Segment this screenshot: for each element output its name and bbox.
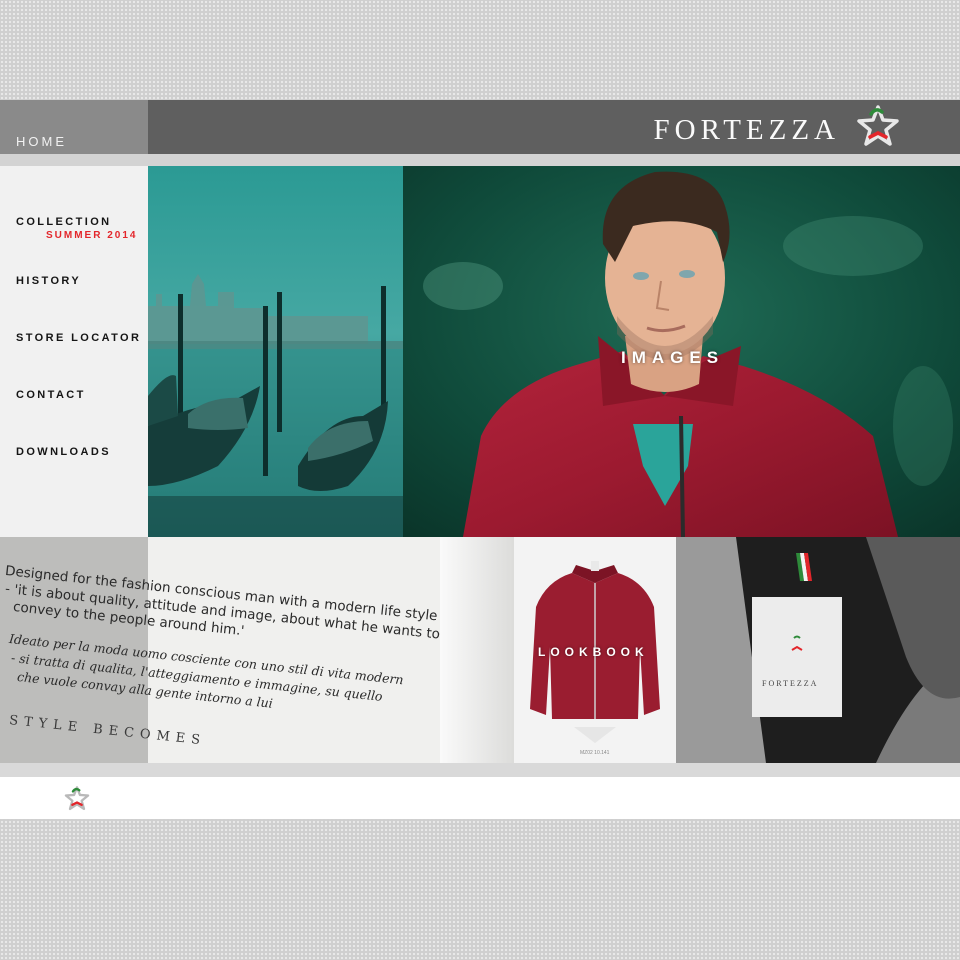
nav-collection[interactable]: COLLECTION bbox=[16, 216, 112, 228]
home-link[interactable]: HOME bbox=[16, 134, 67, 149]
lookbook-label[interactable]: LOOKBOOK bbox=[538, 645, 649, 659]
jacket-label-brand: FORTEZZA bbox=[762, 679, 819, 688]
lookbook-image[interactable]: LOOKBOOK MZ02 10.141 bbox=[514, 537, 676, 763]
separator bbox=[0, 763, 960, 777]
footer-bar bbox=[0, 777, 960, 819]
jacket-label-image[interactable]: FORTEZZA bbox=[676, 537, 960, 763]
images-label[interactable]: IMAGES bbox=[621, 348, 724, 368]
paper-fold bbox=[440, 537, 514, 763]
brand-logo-text[interactable]: FORTEZZA bbox=[654, 114, 840, 147]
venice-gondolas-image[interactable] bbox=[148, 166, 403, 537]
star-flag-icon bbox=[791, 635, 803, 651]
nav-history[interactable]: HISTORY bbox=[16, 275, 81, 287]
sidebar-nav: COLLECTION SUMMER 2014 HISTORY STORE LOC… bbox=[0, 166, 148, 537]
star-flag-icon[interactable] bbox=[856, 103, 900, 151]
model-red-jacket-image[interactable]: IMAGES bbox=[403, 166, 960, 537]
nav-downloads[interactable]: DOWNLOADS bbox=[16, 446, 111, 458]
nav-store-locator[interactable]: STORE LOCATOR bbox=[16, 332, 141, 344]
header-bar: HOME FORTEZZA bbox=[0, 100, 960, 154]
star-flag-icon[interactable] bbox=[64, 785, 90, 813]
brand-statement-image[interactable]: Designed for the fashion conscious man w… bbox=[0, 537, 514, 763]
venice-illustration bbox=[148, 166, 403, 537]
jacket-label-illustration bbox=[676, 537, 960, 763]
home-cell: HOME bbox=[0, 100, 148, 154]
nav-contact[interactable]: CONTACT bbox=[16, 389, 86, 401]
separator bbox=[0, 154, 960, 166]
nav-collection-season[interactable]: SUMMER 2014 bbox=[46, 230, 137, 241]
product-code: MZ02 10.141 bbox=[580, 750, 610, 756]
